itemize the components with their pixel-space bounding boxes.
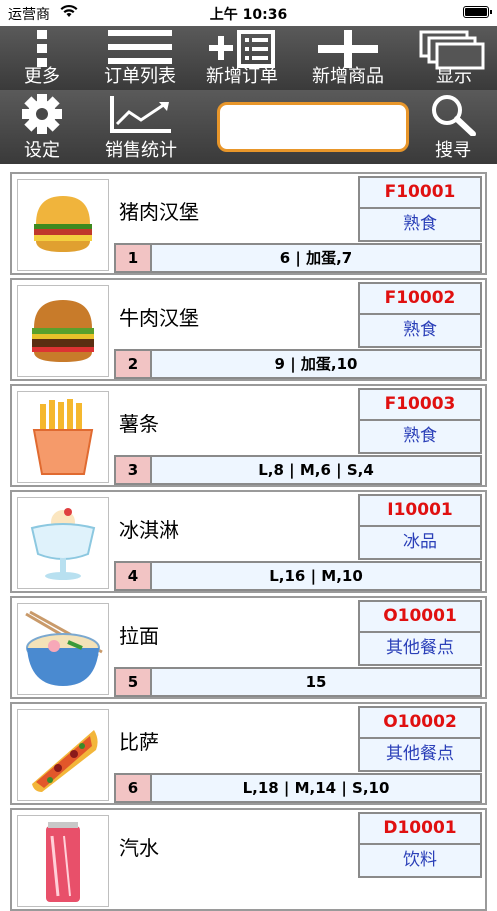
product-category: 熟食 bbox=[358, 209, 482, 242]
product-code: F10003 bbox=[358, 388, 482, 421]
chart-icon bbox=[110, 96, 171, 133]
gear-icon bbox=[22, 94, 62, 134]
fries-icon bbox=[17, 391, 109, 483]
settings-button[interactable]: 设定 bbox=[0, 90, 84, 164]
product-name: 比萨 bbox=[119, 730, 159, 754]
product-code: O10002 bbox=[358, 706, 482, 739]
product-card[interactable]: 冰淇淋 I10001 冰品 4 L,16 | M,10 bbox=[10, 490, 487, 593]
product-options: 6 | 加蛋,7 bbox=[152, 243, 482, 273]
new-product-button[interactable]: 新增商品 bbox=[300, 26, 396, 90]
new-order-button[interactable]: 新增订单 bbox=[196, 26, 288, 90]
product-code: D10001 bbox=[358, 812, 482, 845]
sales-stats-label: 销售统计 bbox=[105, 140, 177, 161]
display-label: 显示 bbox=[436, 66, 472, 87]
product-index: 2 bbox=[114, 349, 152, 379]
sales-stats-button[interactable]: 销售统计 bbox=[98, 90, 184, 164]
clock: 上午 10:36 bbox=[209, 7, 288, 23]
product-name: 猪肉汉堡 bbox=[119, 200, 199, 224]
product-options: 9 | 加蛋,10 bbox=[152, 349, 482, 379]
pizza-icon bbox=[17, 709, 109, 801]
new-product-label: 新增商品 bbox=[312, 66, 384, 87]
product-options: L,16 | M,10 bbox=[152, 561, 482, 591]
product-options: 15 bbox=[152, 667, 482, 697]
product-index: 1 bbox=[114, 243, 152, 273]
settings-label: 设定 bbox=[24, 140, 60, 161]
product-card[interactable]: 拉面 O10001 其他餐点 5 15 bbox=[10, 596, 487, 699]
product-category: 熟食 bbox=[358, 315, 482, 348]
product-category: 熟食 bbox=[358, 421, 482, 454]
order-list-label: 订单列表 bbox=[104, 66, 176, 87]
product-card[interactable]: 猪肉汉堡 F10001 熟食 1 6 | 加蛋,7 bbox=[10, 172, 487, 275]
display-button[interactable]: 显示 bbox=[412, 26, 496, 90]
search-icon bbox=[432, 95, 476, 136]
order-list-button[interactable]: 订单列表 bbox=[94, 26, 186, 90]
ramen-icon bbox=[17, 603, 109, 695]
product-name: 汽水 bbox=[119, 836, 159, 860]
product-code: F10002 bbox=[358, 282, 482, 315]
soda-icon bbox=[17, 815, 109, 907]
product-name: 冰淇淋 bbox=[119, 518, 179, 542]
product-index: 5 bbox=[114, 667, 152, 697]
product-category: 饮料 bbox=[358, 845, 482, 878]
secondary-toolbar: 设定 销售统计 搜寻 bbox=[0, 90, 497, 164]
product-options: L,8 | M,6 | S,4 bbox=[152, 455, 482, 485]
product-category: 其他餐点 bbox=[358, 739, 482, 772]
product-card[interactable]: 汽水 D10001 饮料 bbox=[10, 808, 487, 911]
product-name: 薯条 bbox=[119, 412, 159, 436]
product-index: 4 bbox=[114, 561, 152, 591]
product-card[interactable]: 薯条 F10003 熟食 3 L,8 | M,6 | S,4 bbox=[10, 384, 487, 487]
product-category: 其他餐点 bbox=[358, 633, 482, 666]
hamburger-icon bbox=[17, 179, 109, 271]
product-code: I10001 bbox=[358, 494, 482, 527]
list-icon bbox=[108, 30, 172, 64]
main-toolbar: 更多 订单列表 新增订单 新增商品 显示 bbox=[0, 26, 497, 90]
product-card[interactable]: 牛肉汉堡 F10002 熟食 2 9 | 加蛋,10 bbox=[10, 278, 487, 381]
search-button[interactable]: 搜寻 bbox=[418, 90, 488, 164]
more-label: 更多 bbox=[24, 66, 60, 87]
product-index: 6 bbox=[114, 773, 152, 803]
more-button[interactable]: 更多 bbox=[0, 26, 84, 90]
product-name: 牛肉汉堡 bbox=[119, 306, 199, 330]
search-input[interactable] bbox=[217, 102, 409, 152]
ice-cream-icon bbox=[17, 497, 109, 589]
product-card[interactable]: 比萨 O10002 其他餐点 6 L,18 | M,14 | S,10 bbox=[10, 702, 487, 805]
battery-icon bbox=[463, 6, 492, 18]
product-options: L,18 | M,14 | S,10 bbox=[152, 773, 482, 803]
new-order-label: 新增订单 bbox=[206, 66, 278, 87]
status-bar: 运营商 上午 10:36 bbox=[0, 0, 497, 26]
beef-burger-icon bbox=[17, 285, 109, 377]
search-label: 搜寻 bbox=[435, 140, 471, 161]
product-code: F10001 bbox=[358, 176, 482, 209]
product-code: O10001 bbox=[358, 600, 482, 633]
product-index: 3 bbox=[114, 455, 152, 485]
product-name: 拉面 bbox=[119, 624, 159, 648]
product-category: 冰品 bbox=[358, 527, 482, 560]
